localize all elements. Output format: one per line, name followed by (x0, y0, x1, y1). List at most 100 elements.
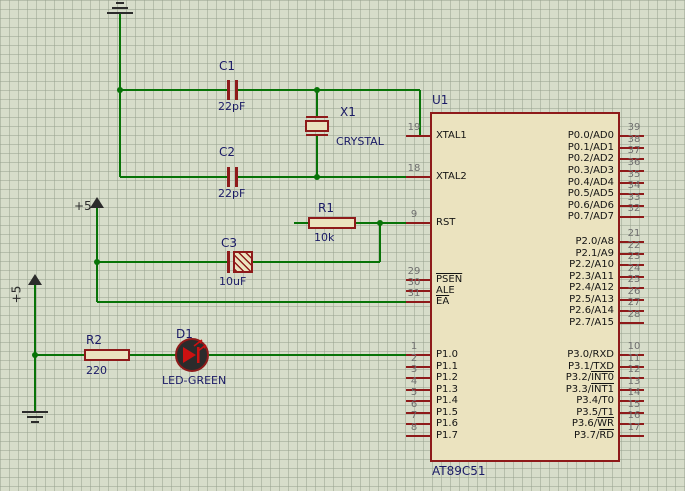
c2-ref[interactable]: C2 (219, 146, 235, 159)
pin-number: 34 (627, 180, 641, 191)
wire-segment[interactable] (97, 261, 227, 263)
wire-segment[interactable] (119, 14, 121, 177)
wire-segment[interactable] (34, 284, 36, 355)
wire-segment[interactable] (379, 223, 381, 262)
pin-number: 36 (627, 157, 641, 168)
pin-name: EA (436, 296, 450, 307)
wire-segment[interactable] (34, 355, 36, 412)
r2-resistor[interactable] (84, 349, 130, 361)
c2-value[interactable]: 22pF (218, 187, 245, 200)
pin-stub[interactable] (620, 322, 644, 324)
ground-bar (31, 421, 39, 423)
c3-value[interactable]: 10uF (219, 275, 246, 288)
pin-name: P1.0 (436, 349, 458, 360)
pin-name: P1.4 (436, 395, 458, 406)
pin-name: P3.2/INT0 (565, 372, 614, 383)
junction-dot (314, 87, 320, 93)
pin-number: 19 (407, 122, 421, 133)
wire-segment[interactable] (209, 354, 406, 356)
pin-name: P2.7/A15 (569, 317, 614, 328)
pin-stub[interactable] (620, 435, 644, 437)
pin-name: P1.2 (436, 372, 458, 383)
pin-stub[interactable] (406, 176, 430, 178)
wire-segment[interactable] (238, 176, 406, 178)
pin-number: 25 (627, 274, 641, 285)
c1-value[interactable]: 22pF (218, 100, 245, 113)
wire-segment[interactable] (97, 301, 406, 303)
pin-name: P0.7/AD7 (567, 211, 614, 222)
vcc-label[interactable]: +5 (9, 286, 23, 304)
pin-name: P2.6/A14 (569, 305, 614, 316)
ground-bar (116, 2, 124, 4)
capacitor-plate (227, 251, 230, 273)
power-arrow-icon (90, 197, 104, 208)
x1-ref[interactable]: X1 (340, 106, 356, 119)
wire-segment[interactable] (316, 90, 318, 117)
r2-value[interactable]: 220 (86, 364, 107, 377)
pin-number: 23 (627, 251, 641, 262)
pin-name: RST (436, 217, 456, 228)
pin-number: 21 (627, 228, 641, 239)
crystal-plate (306, 134, 328, 136)
pin-number: 18 (407, 163, 421, 174)
r1-ref[interactable]: R1 (318, 202, 334, 215)
vcc-label[interactable]: +5 (74, 200, 92, 213)
pin-name: P0.2/AD2 (567, 153, 614, 164)
d1-led[interactable] (174, 337, 210, 373)
pin-stub[interactable] (406, 435, 430, 437)
wire-segment[interactable] (120, 176, 227, 178)
junction-dot (377, 220, 383, 226)
pin-number: 37 (627, 145, 641, 156)
pin-name: P2.4/A12 (569, 282, 614, 293)
pin-stub[interactable] (406, 222, 430, 224)
pin-name: P3.0/RXD (567, 349, 614, 360)
wire-segment[interactable] (253, 261, 380, 263)
r1-resistor[interactable] (308, 217, 356, 229)
wire-segment[interactable] (316, 135, 318, 177)
crystal-plate (306, 116, 328, 118)
c1-ref[interactable]: C1 (219, 60, 235, 73)
junction-dot (32, 352, 38, 358)
c3-ref[interactable]: C3 (221, 237, 237, 250)
pin-number: 28 (627, 309, 641, 320)
d1-ref[interactable]: D1 (176, 328, 193, 341)
r1-value[interactable]: 10k (314, 231, 334, 244)
junction-dot (314, 174, 320, 180)
power-arrow-icon (28, 274, 42, 285)
wire-segment[interactable] (96, 206, 98, 302)
pin-name: P3.7/RD (574, 430, 614, 441)
pin-number: 10 (627, 341, 641, 352)
pin-number: 31 (407, 288, 421, 299)
pin-number: 27 (627, 297, 641, 308)
junction-dot (117, 87, 123, 93)
pin-stub[interactable] (406, 301, 430, 303)
pin-name: XTAL1 (436, 130, 467, 141)
pin-number: 32 (627, 203, 641, 214)
wire-segment[interactable] (35, 354, 84, 356)
pin-number: 39 (627, 122, 641, 133)
pin-name: P1.7 (436, 430, 458, 441)
u1-part-name[interactable]: AT89C51 (432, 465, 486, 478)
u1-ref[interactable]: U1 (432, 94, 448, 107)
pin-name: P2.0/A8 (575, 236, 614, 247)
wire-segment[interactable] (294, 222, 308, 224)
pin-stub[interactable] (406, 135, 430, 137)
x1-value[interactable]: CRYSTAL (336, 135, 384, 148)
pin-stub[interactable] (620, 216, 644, 218)
pin-name: P0.0/AD0 (567, 130, 614, 141)
wire-segment[interactable] (238, 89, 420, 91)
pin-number: 3 (410, 364, 418, 375)
capacitor-plate (227, 167, 230, 187)
pin-name: P0.5/AD5 (567, 188, 614, 199)
schematic-canvas: +5 +5 C1 22pF C2 22pF X1 CRYSTAL R1 10k … (0, 0, 685, 491)
capacitor-electrolytic-body (233, 251, 253, 273)
ground-bar (22, 411, 48, 413)
d1-value[interactable]: LED-GREEN (162, 374, 226, 387)
junction-dot (94, 259, 100, 265)
wire-segment[interactable] (120, 89, 227, 91)
pin-name: XTAL2 (436, 171, 467, 182)
capacitor-plate (235, 80, 238, 100)
wire-segment[interactable] (130, 354, 176, 356)
r2-ref[interactable]: R2 (86, 334, 102, 347)
capacitor-plate (227, 80, 230, 100)
